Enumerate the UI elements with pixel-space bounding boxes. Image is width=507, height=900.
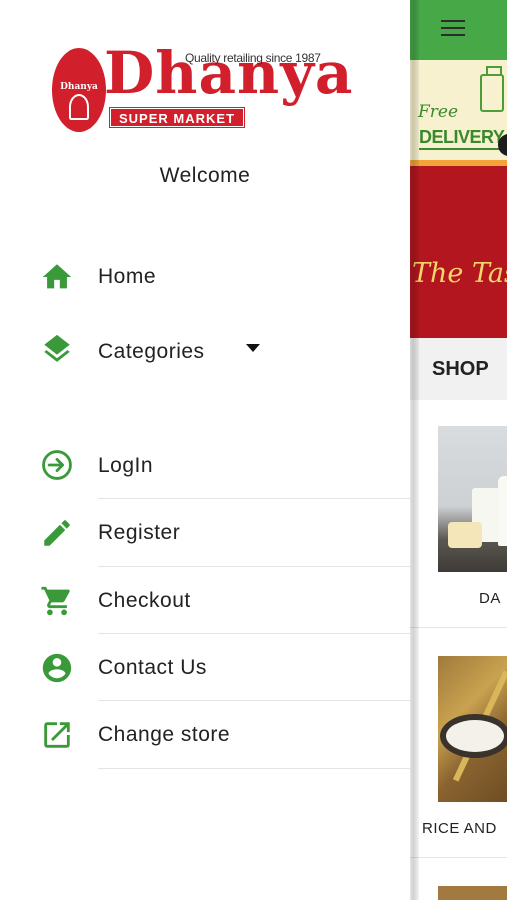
dhanya-logo: Dhanya Dhanya Quality retailing since 19…	[52, 44, 353, 132]
logo-emblem: Dhanya	[52, 48, 106, 132]
cart-icon	[40, 584, 74, 618]
menu-item-checkout[interactable]: Checkout	[0, 567, 410, 634]
pencil-icon	[40, 516, 74, 550]
hero-banner-text: The Taste	[412, 258, 507, 289]
category-image	[438, 886, 507, 900]
logo-subtitle: SUPER MARKET	[108, 107, 246, 128]
menu-item-label: Checkout	[98, 589, 191, 612]
menu-item-label: Categories	[98, 340, 205, 363]
promo-badge	[498, 134, 507, 156]
menu-item-label: Change store	[98, 723, 231, 746]
dairy-image	[438, 426, 507, 572]
menu-item-label: Home	[98, 265, 157, 288]
delivery-bag-icon	[480, 66, 504, 112]
welcome-text: Welcome	[159, 164, 251, 187]
menu-item-label: LogIn	[98, 454, 154, 477]
navigation-drawer: Dhanya Dhanya Quality retailing since 19…	[0, 0, 410, 900]
promo-free-text: Free	[418, 102, 459, 122]
login-icon	[40, 448, 74, 482]
hamburger-menu-icon[interactable]	[441, 20, 465, 40]
shop-label: SHOP	[432, 358, 489, 380]
menu-item-categories[interactable]: Categories	[0, 318, 410, 385]
logo-tagline: Quality retailing since 1987	[185, 51, 321, 65]
promo-banner[interactable]: Free DELIVERY	[410, 60, 507, 166]
account-icon	[40, 651, 74, 685]
category-card[interactable]	[410, 858, 507, 900]
menu-item-contact-us[interactable]: Contact Us	[0, 634, 410, 701]
menu-item-change-store[interactable]: Change store	[0, 701, 410, 768]
praying-hands-icon	[69, 94, 89, 120]
hero-banner[interactable]: The Taste	[410, 166, 507, 338]
category-caption: DA	[479, 590, 501, 607]
shop-section-header: SHOP	[410, 338, 507, 400]
menu-item-home[interactable]: Home	[0, 244, 410, 311]
caret-down-icon[interactable]	[246, 344, 260, 352]
open-external-icon	[40, 718, 74, 752]
menu-item-label: Register	[98, 521, 181, 544]
home-icon	[40, 260, 74, 294]
menu-item-login[interactable]: LogIn	[0, 432, 410, 499]
menu-item-label: Contact Us	[98, 656, 207, 679]
screen: Free DELIVERY The Taste SHOP DA RI	[0, 0, 507, 900]
promo-delivery-text: DELIVERY	[419, 127, 505, 150]
category-caption: RICE AND	[422, 820, 497, 837]
layers-icon	[40, 332, 74, 366]
main-app: Free DELIVERY The Taste SHOP DA RI	[410, 0, 507, 900]
category-card-dairy[interactable]: DA	[410, 400, 507, 628]
category-card-rice[interactable]: RICE AND	[410, 628, 507, 858]
app-bar	[410, 0, 507, 60]
menu-item-register[interactable]: Register	[0, 499, 410, 566]
menu-divider	[98, 768, 410, 769]
rice-image	[438, 656, 507, 802]
